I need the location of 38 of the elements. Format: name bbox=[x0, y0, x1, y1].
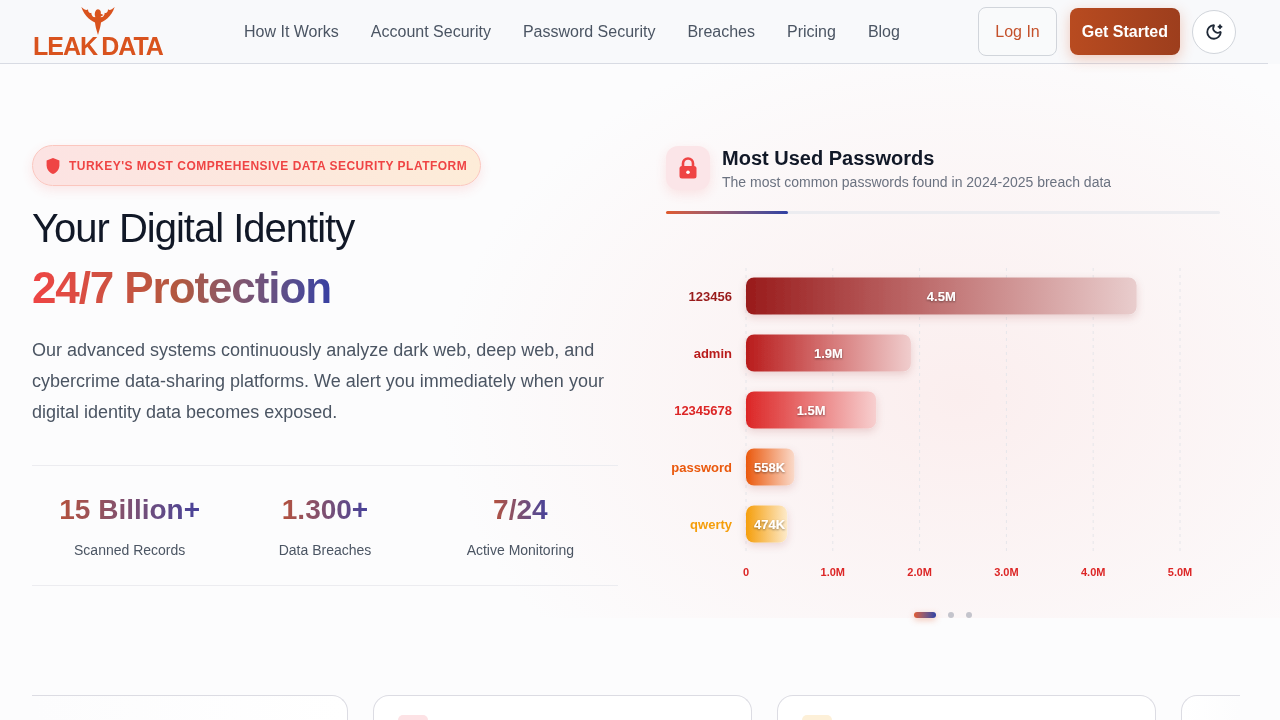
category-label: admin bbox=[693, 346, 732, 361]
theme-toggle-button[interactable] bbox=[1192, 9, 1236, 54]
tick-label: 1.0M bbox=[820, 566, 846, 578]
value-label: 558K bbox=[754, 460, 786, 475]
value-label: 4.5M bbox=[926, 289, 956, 304]
logo-text: LEAK bbox=[33, 35, 98, 57]
tick-label: 3.0M bbox=[994, 566, 1019, 578]
stat-label: Scanned Records bbox=[74, 541, 186, 560]
category-label: qwerty bbox=[690, 517, 732, 532]
value-label: 1.9M bbox=[814, 346, 843, 361]
category-label: 123456 bbox=[688, 289, 732, 304]
stat-label: Data Breaches bbox=[278, 541, 372, 560]
hero-description: Our advanced systems continuously analyze dark web, deep web, and cybercrime data-sharing platforms. We alert you immediately when your digital identity data becomes exposed. bbox=[32, 339, 605, 424]
category-label: password bbox=[671, 460, 732, 475]
nav-link[interactable]: Password Security bbox=[522, 19, 656, 44]
tick-label: 4.0M bbox=[1080, 566, 1106, 578]
badge-text: TURKEY'S MOST COMPREHENSIVE DATA SECURITY PLATFORM bbox=[69, 157, 468, 175]
nav-link[interactable]: How It Works bbox=[244, 19, 339, 44]
nav-link[interactable]: Blog bbox=[867, 19, 900, 44]
card-title: Most Used Passwords bbox=[722, 146, 936, 171]
lock-icon bbox=[666, 146, 710, 190]
nav-link[interactable]: Breaches bbox=[687, 19, 755, 44]
tick-label: 2.0M bbox=[907, 566, 932, 578]
value-label: 1.5M bbox=[796, 403, 826, 418]
category-label: 12345678 bbox=[674, 403, 732, 418]
get-started-button[interactable]: Get Started bbox=[1069, 8, 1180, 55]
shield-icon bbox=[46, 157, 60, 174]
logo-text: DATA bbox=[101, 35, 163, 57]
moon-icon bbox=[1205, 22, 1223, 41]
stat-label: Active Monitoring bbox=[466, 541, 574, 560]
nav-link[interactable]: Account Security bbox=[370, 19, 491, 44]
nav-link[interactable]: Pricing bbox=[787, 19, 836, 44]
card-subtitle: The most common passwords found in 2024-2025 breach data bbox=[722, 173, 1112, 192]
login-button[interactable]: Log In bbox=[978, 7, 1057, 56]
value-label: 474K bbox=[754, 517, 786, 532]
tick-label: 5.0M bbox=[1167, 566, 1193, 578]
tick-label: 0 bbox=[742, 566, 750, 578]
hero-heading: Your Digital Identity bbox=[32, 206, 355, 250]
